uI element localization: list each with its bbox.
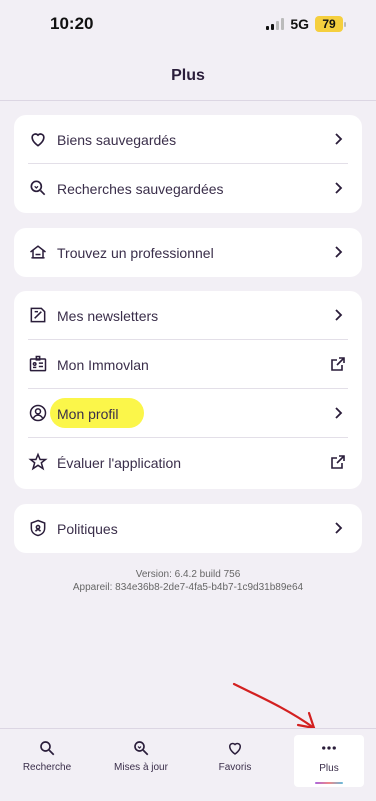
menu-item-rate-app[interactable]: Évaluer l'application [14, 438, 362, 487]
menu-item-label: Trouvez un professionnel [57, 244, 214, 261]
chevron-right-icon [335, 522, 343, 534]
page-title: Plus [171, 67, 205, 84]
chevron-right-icon [335, 309, 343, 321]
tab-label: Recherche [22, 762, 72, 773]
chevron-right-icon [335, 246, 343, 258]
device-id: Appareil: 834e36b8-2de7-4fa5-b4b7-1c9d31… [72, 582, 304, 593]
header: Plus [0, 50, 376, 101]
battery-level: 79 [315, 16, 343, 32]
search-icon [40, 741, 55, 756]
menu-item-label: Évaluer l'application [57, 454, 182, 471]
menu-item-label: Politiques [57, 520, 118, 537]
version-info: Version: 6.4.2 build 756 Appareil: 834e3… [0, 568, 376, 594]
status-bar: 10:20 5G 79 [0, 0, 376, 50]
menu-item-policies[interactable]: Politiques [14, 504, 362, 553]
newsletter-icon [30, 307, 46, 323]
professional-card: Trouvez un professionnel [14, 228, 362, 277]
menu-item-my-profile[interactable]: Mon profil [14, 389, 362, 438]
chevron-right-icon [335, 133, 343, 145]
menu-item-label: Mon Immovlan [57, 356, 149, 373]
saved-card: Biens sauvegardés Recherches sauvegardée… [14, 115, 362, 213]
menu-item-label: Mon profil [57, 405, 119, 422]
status-indicators: 5G 79 [266, 16, 346, 32]
active-tab-indicator [315, 782, 343, 784]
shield-icon [30, 519, 46, 537]
id-badge-icon [29, 355, 47, 372]
menu-item-my-immovlan[interactable]: Mon Immovlan [14, 340, 362, 389]
tab-recherche[interactable]: Recherche [0, 729, 94, 789]
external-link-icon [331, 357, 345, 371]
saved-search-icon [30, 180, 46, 196]
signal-icon [266, 18, 285, 30]
policies-card: Politiques [14, 504, 362, 553]
menu-item-label: Recherches sauvegardées [57, 180, 224, 197]
chevron-right-icon [335, 182, 343, 194]
menu-item-newsletters[interactable]: Mes newsletters [14, 291, 362, 340]
tab-bar: Recherche Mises à jour Favoris Plus [0, 728, 376, 801]
tab-label: Favoris [218, 762, 252, 773]
tab-favoris[interactable]: Favoris [188, 729, 282, 789]
heart-icon [31, 133, 45, 147]
tab-label: Mises à jour [114, 762, 168, 773]
more-dots-icon [322, 746, 336, 750]
menu-item-saved-searches[interactable]: Recherches sauvegardées [14, 164, 362, 213]
menu-item-label: Mes newsletters [57, 307, 159, 324]
heart-icon [228, 742, 242, 755]
account-card: Mes newsletters Mon Immovlan Mon profil … [14, 291, 362, 489]
tab-label: Plus [319, 763, 339, 774]
external-link-icon [331, 455, 345, 469]
user-circle-icon [29, 404, 47, 422]
menu-item-label: Biens sauvegardés [57, 131, 177, 148]
battery-icon: 79 [315, 16, 346, 32]
star-rating-icon [28, 452, 48, 471]
network-label: 5G [290, 16, 309, 32]
tab-plus[interactable]: Plus [294, 735, 364, 787]
update-search-icon [134, 741, 149, 756]
menu-item-find-professional[interactable]: Trouvez un professionnel [14, 228, 362, 277]
status-time: 10:20 [50, 14, 94, 33]
version-number: Version: 6.4.2 build 756 [135, 569, 241, 580]
menu-item-saved-properties[interactable]: Biens sauvegardés [14, 115, 362, 164]
tab-mises-a-jour[interactable]: Mises à jour [94, 729, 188, 789]
professional-house-icon [30, 245, 46, 259]
chevron-right-icon [335, 407, 343, 419]
